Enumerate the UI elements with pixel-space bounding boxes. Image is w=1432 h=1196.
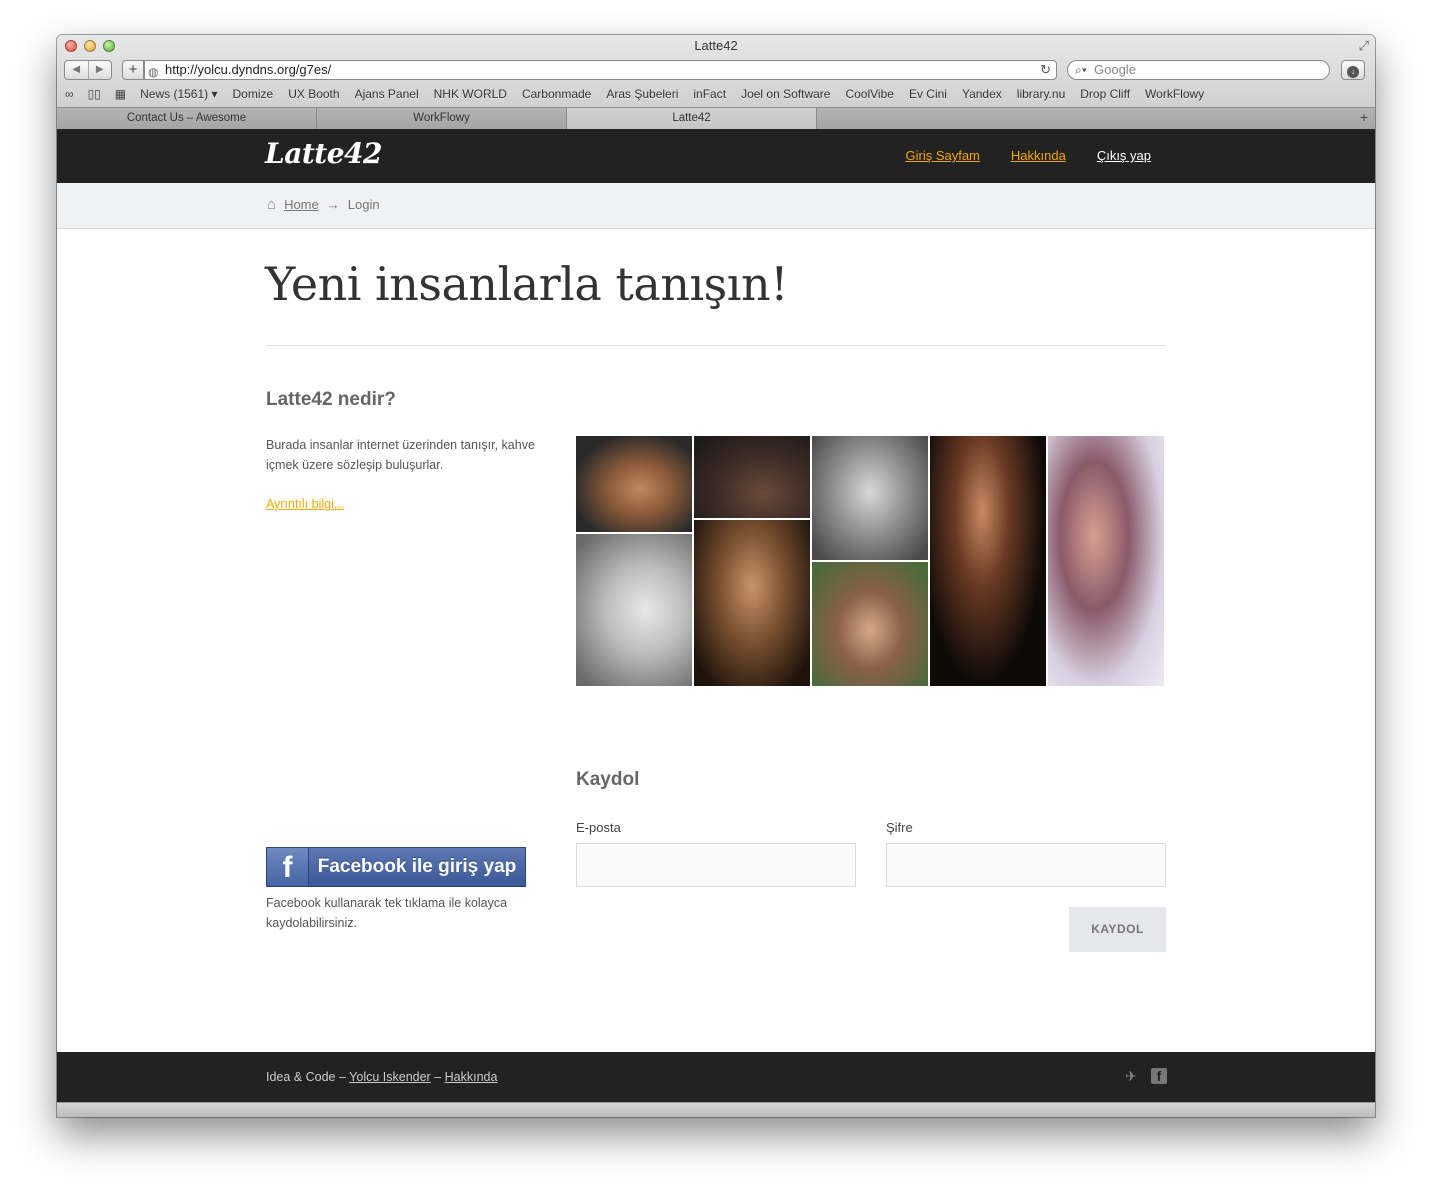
bookmark-aras-subeleri[interactable]: Aras Şubeleri [606,87,678,101]
tab-latte42[interactable]: Latte42 [567,108,817,129]
grid-icon[interactable]: ▦ [115,87,126,101]
reading-glasses-icon[interactable]: ∞ [65,87,74,101]
photo-man-bw [812,436,928,560]
bookmark-infact[interactable]: inFact [693,87,726,101]
facebook-login-button[interactable]: f Facebook ile giriş yap [266,847,526,887]
breadcrumb-arrow: → [326,197,340,212]
site-logo[interactable]: Latte42 [265,137,382,170]
photo-collage [576,436,1164,686]
breadcrumb-home[interactable]: Home [284,197,319,212]
footer-credits: Idea & Code – Yolcu Iskender – Hakkında [266,1070,497,1084]
tab-bar: Contact Us – Awesome WorkFlowy Latte42 + [57,107,1375,129]
site-header: Latte42 Giriş Sayfam Hakkında Çıkış yap [57,129,1375,183]
bookmark-nhk-world[interactable]: NHK WORLD [434,87,507,101]
breadcrumb-bar: ⌂ Home → Login [57,183,1375,229]
bookmark-joel-on-software[interactable]: Joel on Software [741,87,830,101]
book-icon[interactable]: ▯▯ [88,87,101,101]
signup-title: Kaydol [576,769,640,790]
about-text: Burada insanlar internet üzerinden tanış… [266,438,535,472]
bookmark-domize[interactable]: Domize [233,87,274,101]
window-bottom-bar [57,1102,1375,1117]
more-info-link[interactable]: Ayrıntılı bilgi... [266,497,344,511]
email-field[interactable] [576,843,856,887]
bookmark-yandex[interactable]: Yandex [962,87,1002,101]
download-icon: ↓ [1347,66,1359,78]
web-page: Latte42 Giriş Sayfam Hakkında Çıkış yap … [57,129,1375,1117]
new-tab-button[interactable]: + [1360,109,1368,125]
photo-woman-profile [930,436,1046,686]
bookmark-coolvibe[interactable]: CoolVibe [845,87,893,101]
forward-button[interactable]: ▶ [89,61,112,79]
password-label: Şifre [886,820,913,835]
search-icon: ⌕▾ [1075,63,1087,77]
social-links: ✈ f [1123,1068,1167,1084]
photo-bearded-man [694,436,810,518]
add-bookmark-button[interactable]: + [122,60,144,80]
tab-workflowy[interactable]: WorkFlowy [317,108,567,129]
window-title: Latte42 [694,38,738,53]
page-title: Yeni insanlarla tanışın! [265,257,789,311]
footer-prefix: Idea & Code – [266,1070,346,1084]
bookmark-ev-cini[interactable]: Ev Cini [909,87,947,101]
nav-item-cikis-yap[interactable]: Çıkış yap [1097,148,1151,163]
back-button[interactable]: ◀ [65,61,89,79]
footer-author-link[interactable]: Yolcu Iskender [349,1070,431,1084]
nav-item-hakkinda[interactable]: Hakkında [1011,148,1066,163]
bookmarks-bar: ∞ ▯▯ ▦ News (1561) ▾ Domize UX Booth Aja… [65,85,1219,103]
password-field[interactable] [886,843,1166,887]
site-footer: Idea & Code – Yolcu Iskender – Hakkında … [57,1052,1375,1102]
home-icon: ⌂ [267,196,277,213]
reload-icon[interactable]: ↻ [1040,61,1051,79]
url-text: http://yolcu.dyndns.org/g7es/ [165,62,332,77]
footer-separator: – [434,1070,442,1084]
bookmark-drop-cliff[interactable]: Drop Cliff [1080,87,1130,101]
photo-smiling-woman [1048,436,1164,686]
breadcrumb: ⌂ Home → Login [267,196,380,213]
photo-smiling-girl [812,562,928,686]
tab-contact-us[interactable]: Contact Us – Awesome [57,108,317,129]
facebook-login-label: Facebook ile giriş yap [317,856,517,877]
divider [266,345,1166,346]
bookmark-workflowy[interactable]: WorkFlowy [1145,87,1204,101]
facebook-icon: f [267,848,309,886]
globe-icon: ◍ [148,65,159,79]
signup-button[interactable]: KAYDOL [1069,907,1166,952]
address-bar[interactable]: ◍ http://yolcu.dyndns.org/g7es/ ↻ [144,60,1057,80]
breadcrumb-current: Login [347,197,380,212]
history-buttons: ◀ ▶ [64,60,112,80]
facebook-note: Facebook kullanarak tek tıklama ile kola… [266,896,508,930]
search-placeholder: Google [1094,62,1136,77]
photo-young-woman [694,520,810,686]
nav-item-giris-sayfam[interactable]: Giriş Sayfam [905,148,979,163]
browser-window: Latte42 ⤢ ◀ ▶ + ◍ http://yolcu.dyndns.or… [57,35,1375,1117]
about-title: Latte42 nedir? [266,389,396,410]
fullscreen-icon[interactable]: ⤢ [1359,38,1369,54]
downloads-button[interactable]: ↓ [1341,60,1365,80]
photo-man-thinking [576,436,692,532]
search-input[interactable]: ⌕▾ Google [1067,60,1330,80]
photo-closed-eye [576,534,692,686]
bookmark-ajans-panel[interactable]: Ajans Panel [355,87,419,101]
footer-about-link[interactable]: Hakkında [445,1070,498,1084]
bookmark-ux-booth[interactable]: UX Booth [288,87,339,101]
main-nav: Giriş Sayfam Hakkında Çıkış yap [905,148,1151,163]
browser-chrome: Latte42 ⤢ ◀ ▶ + ◍ http://yolcu.dyndns.or… [57,35,1375,129]
twitter-icon[interactable]: ✈ [1123,1068,1139,1084]
facebook-icon[interactable]: f [1151,1068,1167,1084]
email-label: E-posta [576,820,621,835]
bookmark-news[interactable]: News (1561) ▾ [140,87,217,101]
bookmark-carbonmade[interactable]: Carbonmade [522,87,591,101]
bookmark-library-nu[interactable]: library.nu [1017,87,1065,101]
